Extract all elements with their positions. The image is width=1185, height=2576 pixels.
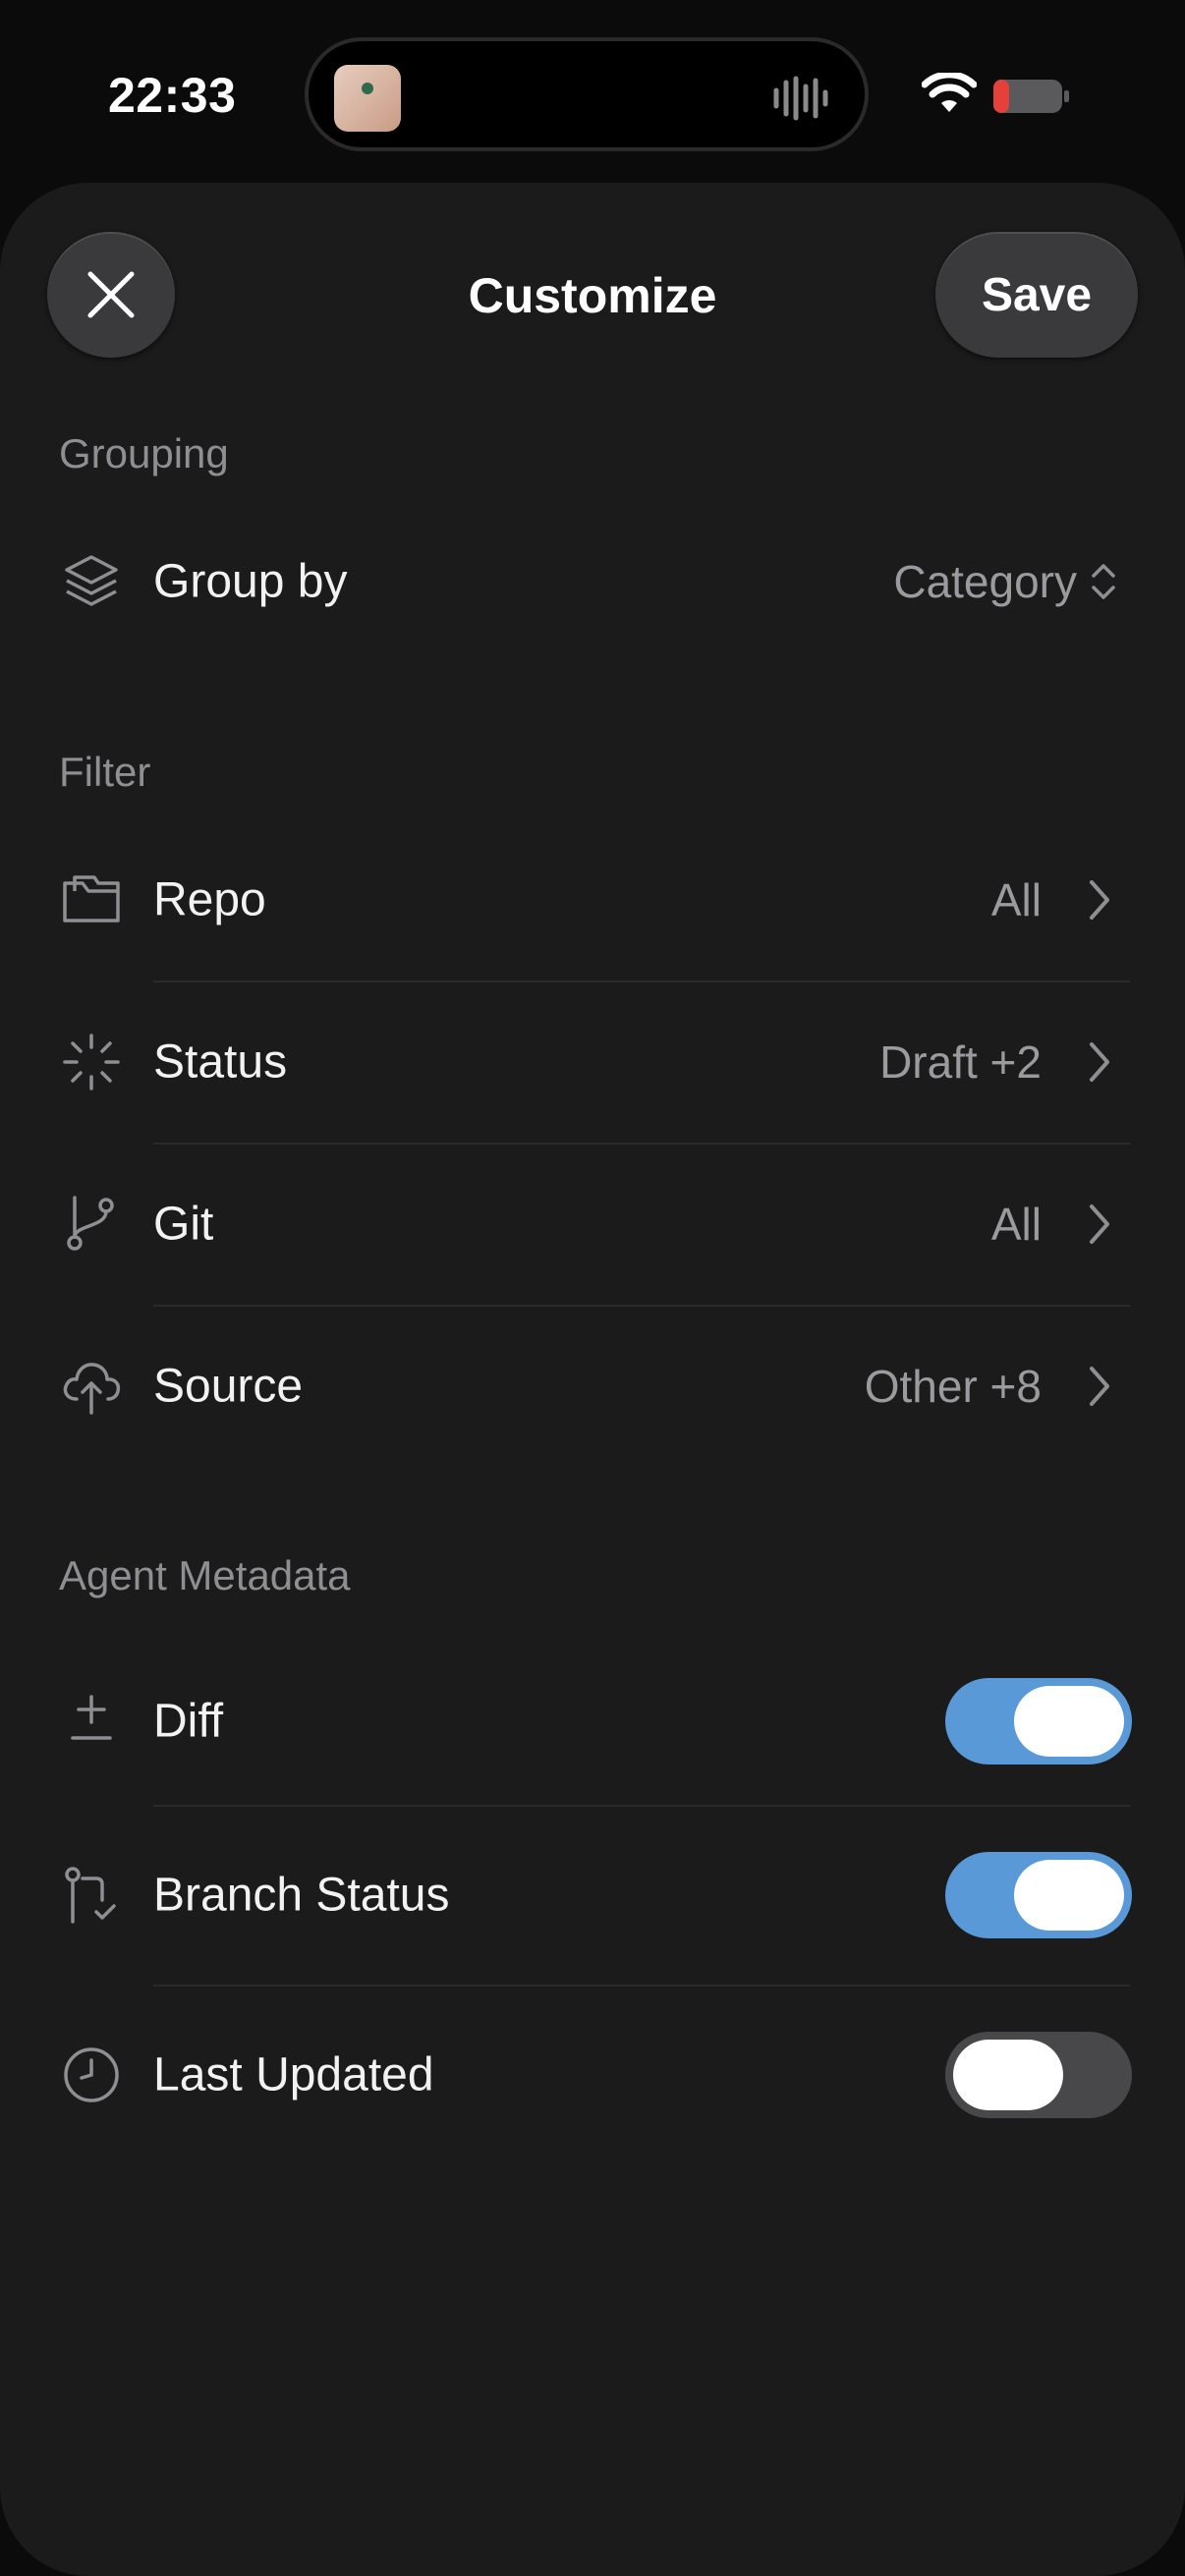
chevron-right-icon (1090, 880, 1109, 920)
group-by-value: Category (893, 556, 1077, 607)
upload-cloud-icon (63, 1363, 121, 1415)
filter-row-repo[interactable]: Repo All (0, 819, 1185, 980)
clock-icon (64, 2047, 119, 2102)
filter-row-git[interactable]: Git All (0, 1144, 1185, 1305)
screen: 22:33 Customize Save Grouping Group by C… (0, 0, 1185, 2576)
wifi-icon (922, 73, 977, 112)
branch-status-toggle[interactable] (945, 1852, 1132, 1938)
metadata-row-diff: Diff (0, 1635, 1185, 1808)
folder-icon (63, 875, 120, 923)
save-button[interactable]: Save (935, 232, 1138, 358)
group-by-row[interactable]: Group by Category (0, 501, 1185, 662)
chevron-right-icon (1090, 1042, 1109, 1082)
audio-waveform-icon (773, 76, 828, 121)
loader-icon (63, 1034, 120, 1091)
filter-row-label: Git (153, 1198, 214, 1251)
filter-row-source[interactable]: Source Other +8 (0, 1306, 1185, 1467)
filter-row-value: Other +8 (864, 1361, 1042, 1412)
chevron-right-icon (1090, 1367, 1109, 1406)
metadata-row-branch-status: Branch Status (0, 1806, 1185, 1985)
layers-icon (65, 555, 118, 606)
now-playing-artwork (334, 65, 401, 132)
filter-row-value: All (990, 874, 1042, 925)
diff-toggle[interactable] (945, 1678, 1132, 1764)
filter-row-value: Draft +2 (879, 1036, 1042, 1088)
customize-sheet: Customize Save Grouping Group by Categor… (0, 183, 1185, 2576)
battery-icon (993, 80, 1069, 113)
section-label-agent-metadata: Agent Metadata (59, 1552, 351, 1598)
plus-minus-icon (71, 1695, 112, 1740)
status-time: 22:33 (108, 68, 237, 123)
chevron-up-down-icon (1092, 564, 1115, 599)
dynamic-island[interactable] (305, 37, 869, 151)
filter-row-label: Repo (153, 873, 266, 926)
git-pull-check-icon (65, 1867, 116, 1924)
metadata-row-label: Branch Status (153, 1869, 450, 1922)
filter-row-label: Source (153, 1360, 304, 1413)
group-by-label: Group by (153, 555, 348, 608)
metadata-row-label: Diff (153, 1695, 224, 1748)
section-label-filter: Filter (59, 749, 151, 795)
toggle-knob (953, 2040, 1063, 2110)
filter-row-status[interactable]: Status Draft +2 (0, 981, 1185, 1143)
toggle-knob (1014, 1860, 1124, 1931)
filter-row-value: All (990, 1199, 1042, 1250)
toggle-knob (1014, 1686, 1124, 1757)
git-branch-icon (67, 1196, 114, 1251)
chevron-right-icon (1090, 1204, 1109, 1244)
metadata-row-last-updated: Last Updated (0, 1986, 1185, 2164)
status-bar: 22:33 (0, 0, 1185, 187)
metadata-row-label: Last Updated (153, 2048, 434, 2101)
filter-row-label: Status (153, 1036, 288, 1089)
section-label-grouping: Grouping (59, 430, 229, 476)
last-updated-toggle[interactable] (945, 2032, 1132, 2118)
